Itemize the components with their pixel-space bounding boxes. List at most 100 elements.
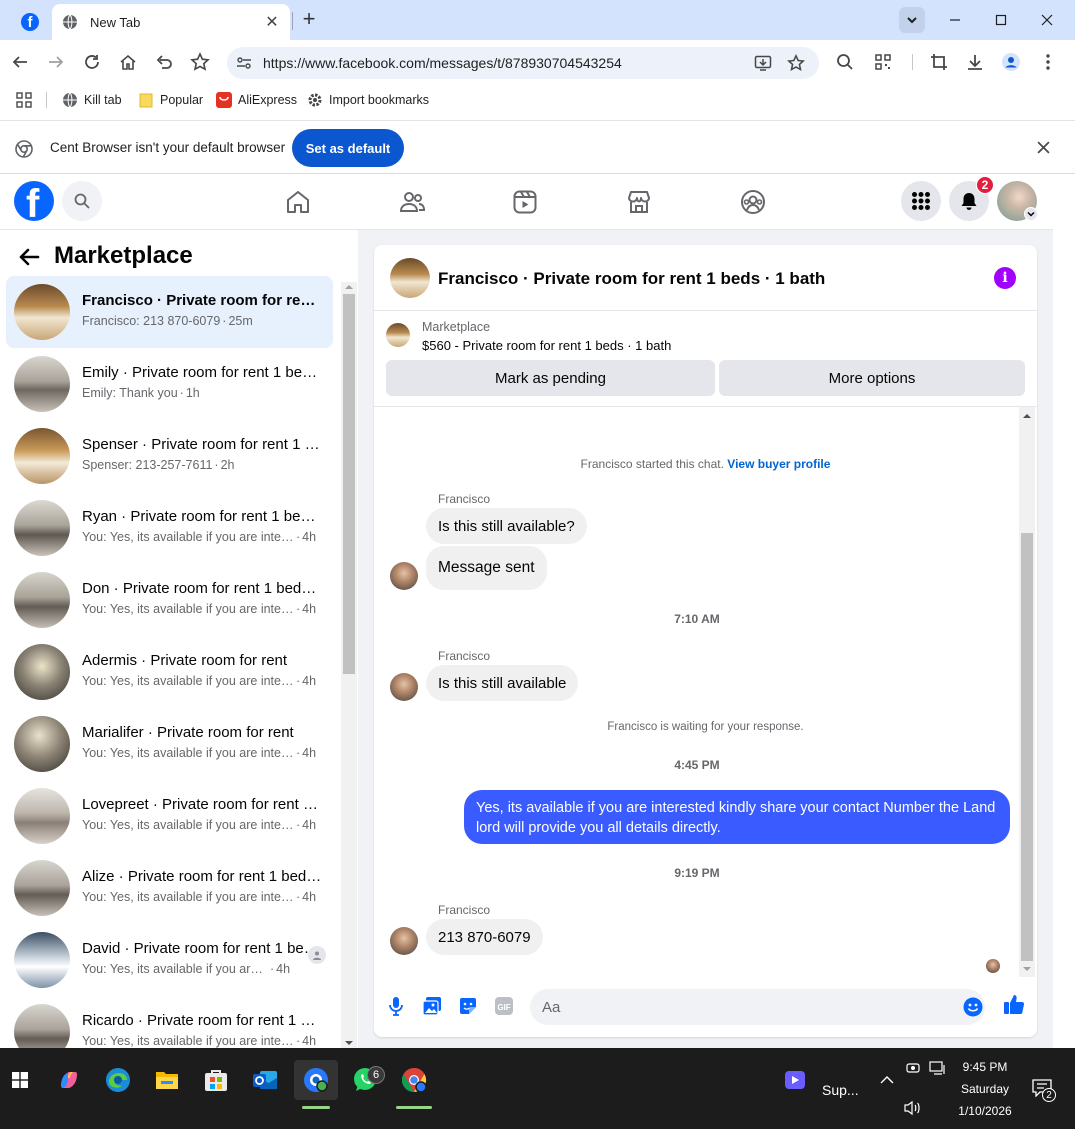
gif-icon[interactable]: GIF [493, 995, 515, 1017]
close-window-button[interactable] [1024, 0, 1070, 40]
facebook-tab[interactable]: f [8, 4, 52, 40]
scroll-up-icon[interactable] [344, 283, 354, 291]
message-bubble[interactable]: Message sent [426, 546, 547, 590]
more-options-button[interactable]: More options [719, 360, 1025, 396]
chevron-down-icon[interactable] [1024, 207, 1038, 221]
install-app-icon[interactable] [754, 54, 772, 72]
emoji-icon[interactable] [963, 997, 983, 1017]
conversation-item[interactable]: David · Private room for rent 1 beds · 1… [6, 924, 333, 996]
reload-icon[interactable] [82, 52, 102, 72]
sticker-icon[interactable] [457, 995, 479, 1017]
sender-avatar[interactable] [390, 927, 418, 955]
bookmark-kill-tab[interactable]: Kill tab [62, 92, 122, 108]
scroll-down-icon[interactable] [1022, 965, 1032, 973]
microsoft-store-icon[interactable] [196, 1060, 236, 1100]
copilot-icon[interactable] [49, 1060, 89, 1100]
tab-search-button[interactable] [899, 7, 925, 33]
close-infobar-icon[interactable] [1037, 141, 1050, 154]
conversation-item[interactable]: Emily · Private room for rent 1 beds · 1… [6, 348, 333, 420]
maximize-button[interactable] [978, 0, 1024, 40]
file-explorer-icon[interactable] [147, 1060, 187, 1100]
search-icon[interactable] [835, 52, 855, 72]
conversation-item[interactable]: Don · Private room for rent 1 beds · 1 b… [6, 564, 333, 636]
conversation-item[interactable]: Marialifer · Private room for rent You: Y… [6, 708, 333, 780]
message-bubble[interactable]: Is this still available? [426, 508, 587, 544]
forward-icon[interactable] [46, 52, 66, 72]
bookmark-popular[interactable]: Popular [138, 92, 203, 108]
chat-title[interactable]: Francisco · Private room for rent 1 beds… [438, 269, 825, 289]
undo-close-icon[interactable] [154, 52, 174, 72]
back-icon[interactable] [10, 52, 30, 72]
home-icon[interactable] [118, 52, 138, 72]
message-bubble[interactable]: 213 870-6079 [426, 919, 543, 955]
bookmark-aliexpress[interactable]: AliExpress [216, 92, 297, 108]
chat-scrollbar-thumb[interactable] [1021, 533, 1033, 961]
set-as-default-button[interactable]: Set as default [292, 129, 404, 167]
friends-nav-icon[interactable] [398, 188, 426, 216]
crop-screenshot-icon[interactable] [929, 52, 949, 72]
volume-icon[interactable] [903, 1100, 923, 1116]
facebook-search-button[interactable] [62, 181, 102, 221]
conversation-item[interactable]: Francisco · Private room for rent 1 beds… [6, 276, 333, 348]
apps-grid-icon[interactable] [16, 92, 32, 108]
conversation-item[interactable]: Ricardo · Private room for rent 1 beds ·… [6, 996, 333, 1048]
message-input[interactable]: Aa [530, 989, 985, 1025]
conversation-item[interactable]: Alize · Private room for rent 1 beds · 1… [6, 852, 333, 924]
microphone-icon[interactable] [385, 995, 407, 1017]
account-icon[interactable] [1001, 52, 1021, 72]
menu-kebab-icon[interactable] [1038, 52, 1058, 72]
thumbs-up-icon[interactable] [1003, 993, 1025, 1015]
widget-label[interactable]: Sup... [822, 1082, 859, 1098]
left-scrollbar-thumb[interactable] [343, 294, 355, 674]
cent-browser-taskbar-icon[interactable] [294, 1060, 338, 1100]
menu-button[interactable] [901, 181, 941, 221]
listing-thumbnail[interactable] [386, 323, 410, 347]
facebook-logo-icon[interactable]: f [14, 181, 54, 221]
clock-time[interactable]: 9:45 PM [950, 1060, 1020, 1074]
conversation-item[interactable]: Adermis · Private room for rent You: Yes,… [6, 636, 333, 708]
view-buyer-profile-link[interactable]: View buyer profile [727, 457, 830, 471]
home-nav-icon[interactable] [284, 188, 312, 216]
scroll-down-icon[interactable] [344, 1039, 354, 1047]
edge-browser-icon[interactable] [98, 1060, 138, 1100]
qr-code-icon[interactable] [873, 52, 893, 72]
scroll-up-icon[interactable] [1022, 412, 1032, 420]
sender-avatar[interactable] [390, 562, 418, 590]
display-icon[interactable] [906, 1060, 920, 1076]
clock-date[interactable]: 1/10/2026 [950, 1104, 1020, 1118]
photo-icon[interactable] [421, 995, 443, 1017]
outlook-icon[interactable] [245, 1060, 285, 1100]
widget-app-icon[interactable] [783, 1060, 807, 1100]
groups-nav-icon[interactable] [739, 188, 767, 216]
clock-day[interactable]: Saturday [950, 1082, 1020, 1096]
download-icon[interactable] [965, 52, 985, 72]
minimize-button[interactable] [932, 0, 978, 40]
mark-as-pending-button[interactable]: Mark as pending [386, 360, 715, 396]
bookmark-star-icon[interactable] [190, 52, 210, 72]
show-hidden-icons-icon[interactable] [869, 1060, 905, 1100]
new-tab-plus-icon[interactable]: + [298, 8, 320, 32]
back-arrow-icon[interactable] [18, 246, 40, 268]
video-nav-icon[interactable] [511, 188, 539, 216]
bookmark-import[interactable]: Import bookmarks [307, 92, 429, 108]
conversation-item[interactable]: Lovepreet · Private room for rent 1 beds… [6, 780, 333, 852]
start-windows-icon[interactable] [0, 1060, 40, 1100]
new-tab[interactable]: New Tab ✕ [52, 4, 290, 40]
marketplace-nav-icon[interactable] [625, 188, 653, 216]
sender-avatar[interactable] [390, 673, 418, 701]
network-icon[interactable] [929, 1060, 947, 1076]
star-bookmark-icon[interactable] [787, 54, 805, 72]
site-settings-icon[interactable] [236, 55, 252, 71]
conversation-item[interactable]: Spenser · Private room for rent 1 beds ·… [6, 420, 333, 492]
listing-avatar[interactable] [390, 258, 430, 298]
info-icon[interactable]: i [994, 267, 1016, 289]
chrome-profile-icon[interactable] [394, 1060, 434, 1100]
conversation-avatar [14, 788, 70, 844]
message-bubble[interactable]: Is this still available [426, 665, 579, 701]
read-receipt-avatar [986, 959, 1000, 973]
address-bar[interactable]: https://www.facebook.com/messages/t/8789… [227, 47, 819, 79]
listing-price[interactable]: $560 - Private room for rent 1 beds · 1 … [422, 338, 671, 353]
conversation-item[interactable]: Ryan · Private room for rent 1 beds · 1 … [6, 492, 333, 564]
outgoing-message-bubble[interactable]: Yes, its available if you are interested… [464, 790, 1010, 844]
close-tab-icon[interactable]: ✕ [264, 12, 280, 32]
